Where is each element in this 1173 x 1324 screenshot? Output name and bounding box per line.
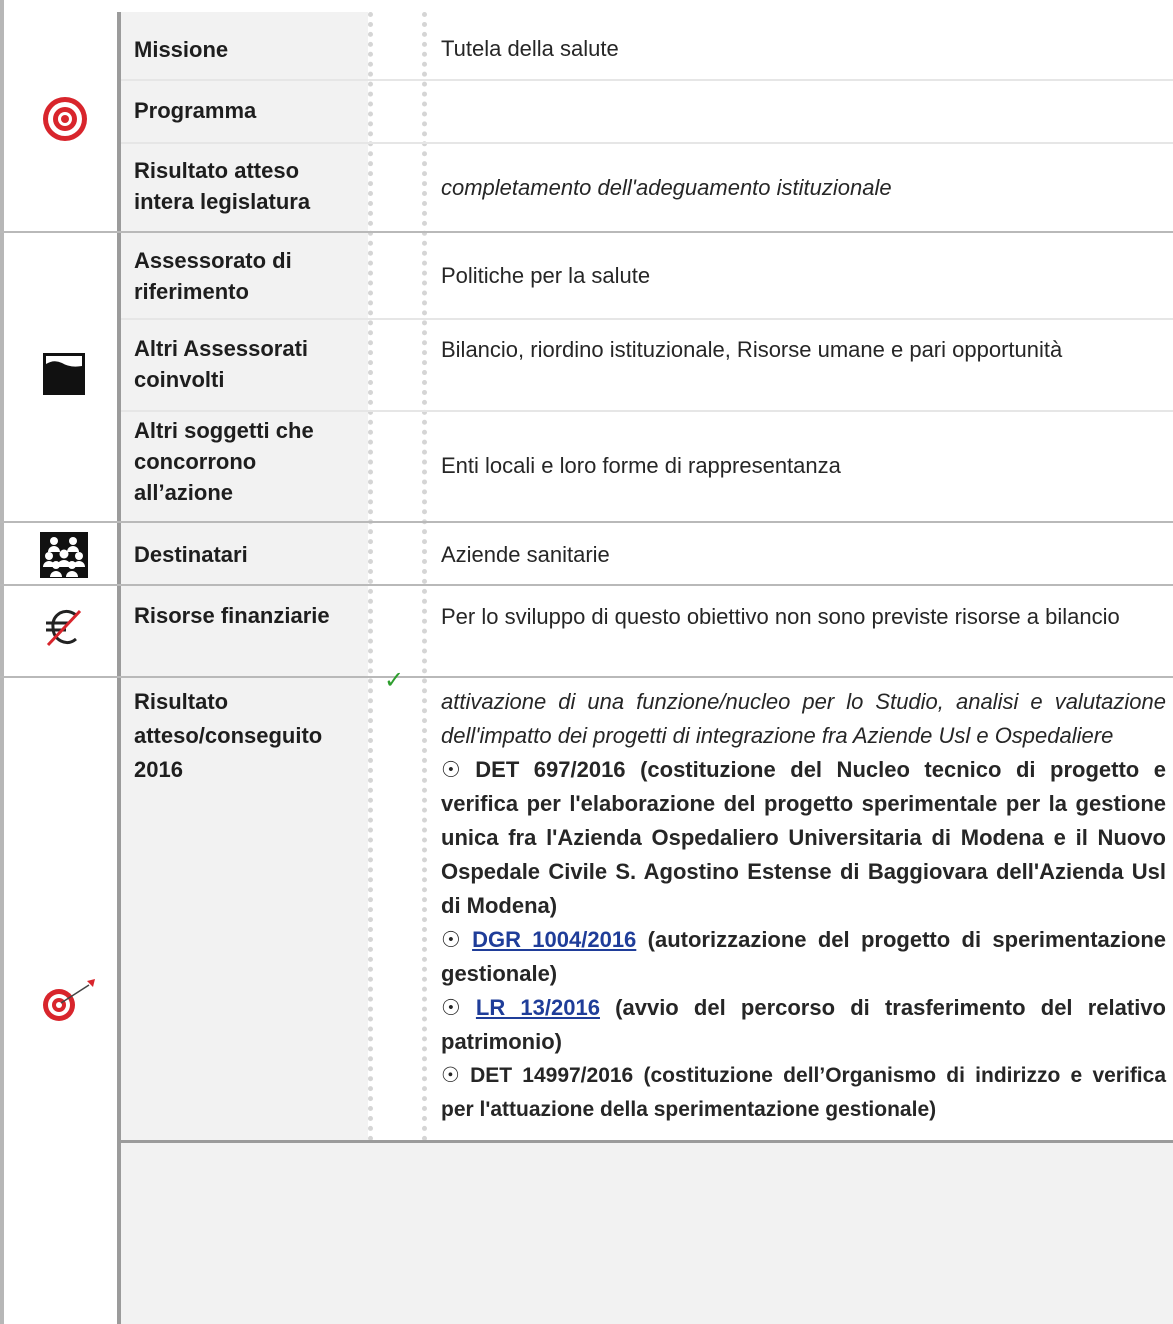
- result-item: ☉ DET 697/2016 (costituzione del Nucleo …: [441, 753, 1166, 923]
- people-group-icon: [40, 532, 88, 583]
- column-divider-left: [368, 12, 373, 1142]
- row-separator: [121, 318, 1173, 320]
- row-separator: [121, 142, 1173, 144]
- result-item: ☉ LR 13/2016 (avvio del percorso di tras…: [441, 991, 1166, 1059]
- group-separator: [0, 231, 1173, 233]
- bullet-icon: ☉: [441, 1064, 460, 1087]
- result-item-text: DET 14997/2016 (costituzione dell’Organi…: [441, 1064, 1166, 1121]
- label-missione: Missione: [134, 37, 229, 62]
- bullet-icon: ☉: [441, 757, 461, 782]
- label-destinatari: Destinatari: [134, 542, 248, 567]
- dart-target-icon: [33, 975, 101, 1036]
- group-separator: [0, 584, 1173, 586]
- bullet-icon: ☉: [441, 995, 461, 1020]
- value-altri-soggetti: Enti locali e loro forme di rappresentan…: [441, 453, 841, 478]
- value-risorse: Per lo sviluppo di questo obiettivo non …: [441, 604, 1120, 629]
- result-item-text: DET 697/2016 (costituzione del Nucleo te…: [441, 757, 1166, 918]
- result-item: ☉ DGR 1004/2016 (autorizzazione del prog…: [441, 923, 1166, 991]
- label-risultato-legislatura: Risultato atteso intera legislatura: [134, 158, 311, 214]
- group-separator: [0, 676, 1173, 678]
- row-separator: [121, 79, 1173, 81]
- value-destinatari: Aziende sanitarie: [441, 542, 610, 567]
- completed-check-icon: ✓: [384, 667, 405, 694]
- value-risultato-legislatura: completamento dell'adeguamento istituzio…: [441, 175, 892, 200]
- landscape-icon: [42, 352, 86, 401]
- label-altri-assessorati: Altri Assessorati coinvolti: [134, 336, 309, 392]
- value-risultato-2016: attivazione di una funzione/nucleo per l…: [441, 685, 1166, 1127]
- risultato-2016-intro: attivazione di una funzione/nucleo per l…: [441, 689, 1166, 748]
- label-programma: Programma: [134, 98, 257, 123]
- lr-link[interactable]: LR 13/2016: [476, 995, 600, 1020]
- result-item: ☉ DET 14997/2016 (costituzione dell’Orga…: [441, 1059, 1166, 1127]
- value-altri-assessorati: Bilancio, riordino istituzionale, Risors…: [441, 337, 1063, 362]
- target-icon: [37, 91, 93, 152]
- bullet-icon: ☉: [441, 927, 461, 952]
- row-separator: [121, 410, 1173, 412]
- group-separator: [0, 521, 1173, 523]
- label-altri-soggetti: Altri soggetti che concorrono all’azione: [134, 418, 314, 505]
- label-risultato-2016: Risultato atteso/conseguito 2016: [134, 689, 323, 782]
- mark-column: [368, 12, 422, 1142]
- label-risorse: Risorse finanziarie: [134, 603, 330, 628]
- dgr-link[interactable]: DGR 1004/2016: [472, 927, 636, 952]
- icon-column-border: [117, 12, 121, 1324]
- empty-footer-area: [117, 1140, 1173, 1324]
- value-missione: Tutela della salute: [441, 36, 619, 61]
- column-divider-right: [422, 12, 427, 1142]
- top-margin: [0, 0, 1173, 12]
- outer-left-border: [0, 0, 4, 1324]
- no-euro-icon: [42, 605, 86, 654]
- value-assessorato: Politiche per la salute: [441, 263, 651, 288]
- label-assessorato: Assessorato di riferimento: [134, 248, 292, 304]
